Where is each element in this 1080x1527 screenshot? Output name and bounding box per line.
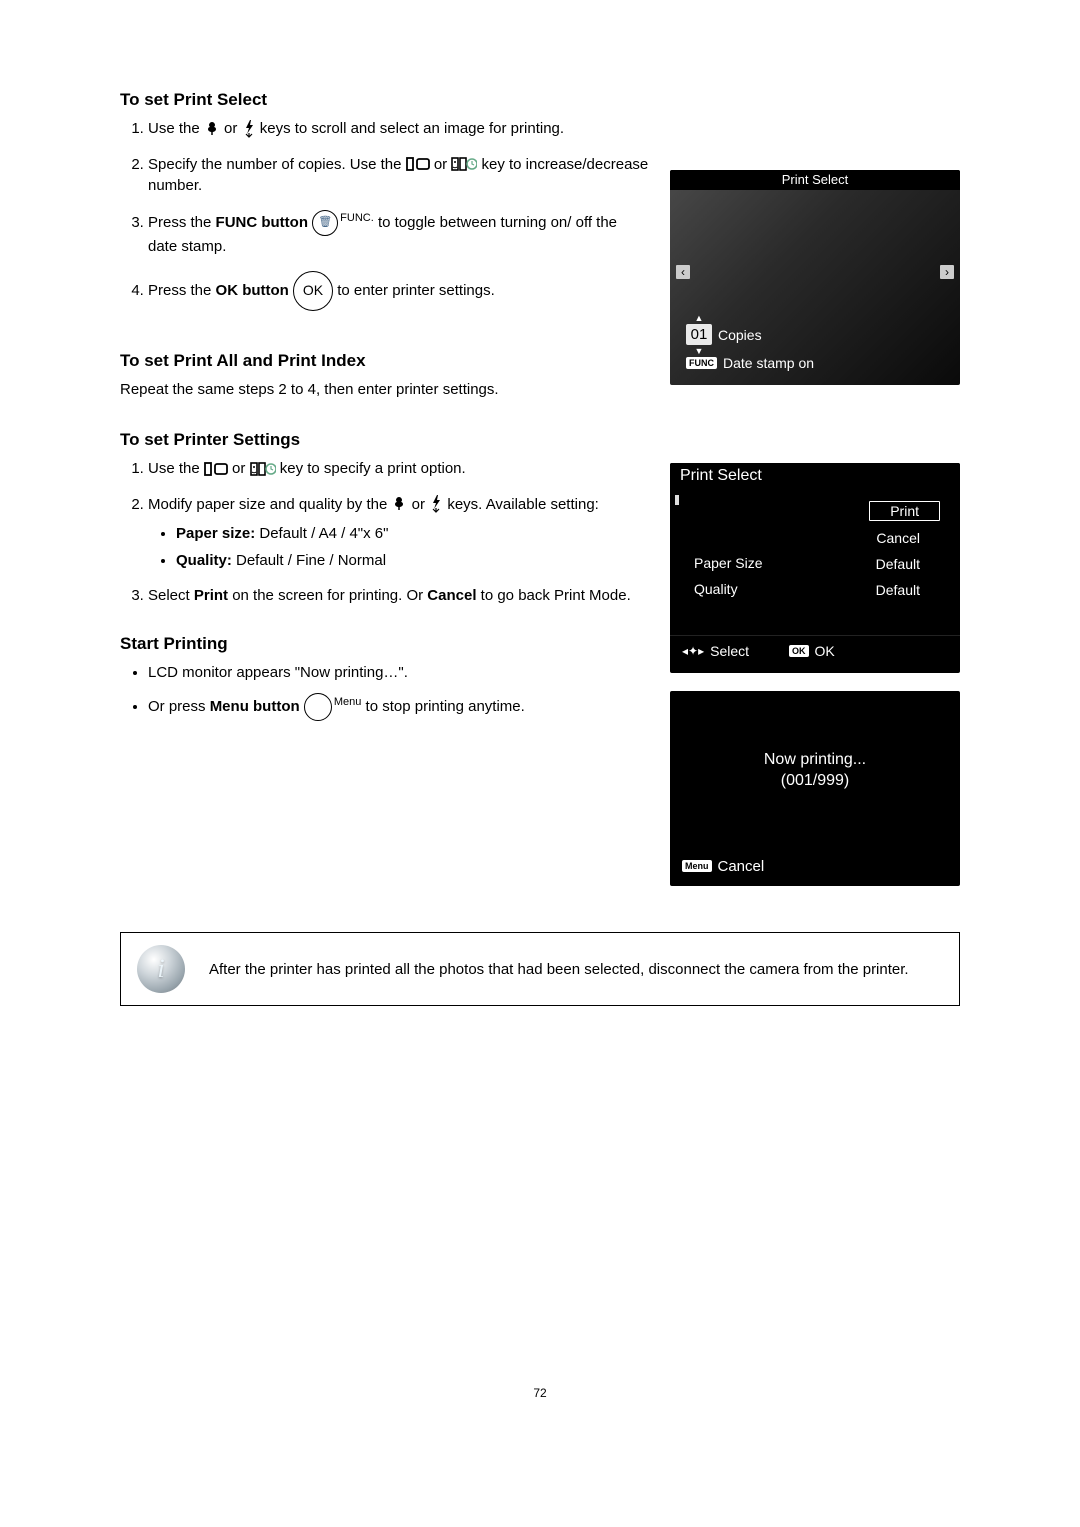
nav-left-icon: ‹ xyxy=(676,265,690,279)
step-4: Press the OK button OK to enter printer … xyxy=(148,271,650,311)
heading-start-printing: Start Printing xyxy=(120,634,650,654)
ps-step-3: Select Print on the screen for printing.… xyxy=(148,585,650,606)
lcd-print-select-preview: Print Select ‹ › ▲ 01 ▼ Copies FUNC Date… xyxy=(670,170,960,385)
scrollbar-indicator xyxy=(675,495,679,505)
copies-number: 01 xyxy=(691,326,708,343)
flash-down-icon xyxy=(429,494,443,515)
menu-value: Print xyxy=(869,501,940,521)
menu-row-print: Print xyxy=(680,497,950,525)
func-circle-icon: 🗑 xyxy=(312,210,338,236)
lcd1-title: Print Select xyxy=(670,170,960,190)
face-timer-icon xyxy=(451,154,477,175)
display-icon xyxy=(204,459,228,480)
menu-label: Menu xyxy=(334,695,362,710)
select-label: Select xyxy=(710,643,749,659)
text: to go back Print Mode. xyxy=(477,587,631,604)
text: Use the xyxy=(148,120,204,137)
text: Press the xyxy=(148,282,216,299)
text: key to specify a print option. xyxy=(280,460,466,477)
copies-value: ▲ 01 ▼ xyxy=(686,324,712,345)
paper-size-bullet: Paper size: Default / A4 / 4"x 6" xyxy=(176,523,650,544)
display-icon xyxy=(406,154,430,175)
ps-step-2: Modify paper size and quality by the or … xyxy=(148,494,650,572)
text: on the screen for printing. Or xyxy=(228,587,427,604)
menu-circle-icon xyxy=(304,693,332,721)
note-text: After the printer has printed all the ph… xyxy=(209,959,909,980)
macro-icon xyxy=(391,494,407,515)
menu-label: Paper Size xyxy=(694,555,762,573)
text: Default / Fine / Normal xyxy=(232,552,386,569)
text: or xyxy=(412,496,430,513)
text: Select xyxy=(148,587,194,604)
func-button-label: FUNC button xyxy=(216,214,308,231)
lcd-now-printing: Now printing... (001/999) Menu Cancel xyxy=(670,691,960,886)
chevron-up-icon: ▲ xyxy=(695,313,704,323)
info-icon: i xyxy=(137,945,185,993)
heading-printer-settings: To set Printer Settings xyxy=(120,430,650,450)
menu-value: Cancel xyxy=(856,529,940,547)
text: to enter printer settings. xyxy=(337,282,495,299)
lcd-print-select-menu: Print Select Print Cancel Paper Size Def… xyxy=(670,463,960,673)
cancel-bold: Cancel xyxy=(427,587,476,604)
text: Or press xyxy=(148,698,210,715)
macro-icon xyxy=(204,119,220,140)
step-2: Specify the number of copies. Use the or… xyxy=(148,154,650,197)
print-bold: Print xyxy=(194,587,228,604)
menu-value: Default xyxy=(856,581,940,599)
ok-button-icon: OK xyxy=(293,271,333,311)
paper-size-label: Paper size: xyxy=(176,525,255,542)
text: Use the xyxy=(148,460,204,477)
face-timer-icon xyxy=(250,459,276,480)
menu-button-label: Menu button xyxy=(210,698,300,715)
text: Specify the number of copies. Use the xyxy=(148,156,406,173)
copies-label: Copies xyxy=(718,327,762,343)
menu-button-icon: Menu xyxy=(304,693,362,721)
menu-label: Quality xyxy=(694,581,738,599)
func-button-icon: 🗑FUNC. xyxy=(312,210,374,236)
heading-print-all-index: To set Print All and Print Index xyxy=(120,351,650,371)
flash-down-icon xyxy=(242,119,256,140)
printing-progress: (001/999) xyxy=(781,771,850,792)
menu-row-quality: Quality Default xyxy=(680,577,950,603)
heading-print-select: To set Print Select xyxy=(120,90,650,110)
text: Default / A4 / 4"x 6" xyxy=(255,525,388,542)
step-3: Press the FUNC button 🗑FUNC. to toggle b… xyxy=(148,210,650,257)
ok-label: OK xyxy=(815,643,835,659)
menu-row-cancel: Cancel xyxy=(680,525,950,551)
sp-bullet-1: LCD monitor appears "Now printing…". xyxy=(148,662,650,683)
page-number: 72 xyxy=(120,1386,960,1400)
func-badge: FUNC xyxy=(686,357,717,369)
text: or xyxy=(232,460,250,477)
cancel-label: Cancel xyxy=(718,858,765,875)
now-printing-text: Now printing... xyxy=(764,750,866,771)
menu-badge: Menu xyxy=(682,860,712,872)
quality-label: Quality: xyxy=(176,552,232,569)
nav-arrows-icon: ◂✦▸ xyxy=(682,644,704,658)
step-1: Use the or keys to scroll and select an … xyxy=(148,118,650,140)
text: or xyxy=(224,120,242,137)
date-stamp-text: Date stamp on xyxy=(723,355,814,371)
text: Press the xyxy=(148,214,216,231)
sp-bullet-2: Or press Menu button Menu to stop printi… xyxy=(148,693,650,721)
ok-button-label: OK button xyxy=(216,282,289,299)
menu-value: Default xyxy=(856,555,940,573)
ps-step-1: Use the or key to specify a print option… xyxy=(148,458,650,480)
text: or xyxy=(434,156,452,173)
ok-badge: OK xyxy=(789,645,809,657)
text: keys to scroll and select an image for p… xyxy=(260,120,564,137)
note-box: i After the printer has printed all the … xyxy=(120,932,960,1006)
text: keys. Available setting: xyxy=(447,496,598,513)
lcd2-title: Print Select xyxy=(670,463,960,489)
func-label: FUNC. xyxy=(340,211,374,226)
quality-bullet: Quality: Default / Fine / Normal xyxy=(176,550,650,571)
text: Modify paper size and quality by the xyxy=(148,496,391,513)
text: Repeat the same steps 2 to 4, then enter… xyxy=(120,379,650,400)
text: to stop printing anytime. xyxy=(366,698,525,715)
nav-right-icon: › xyxy=(940,265,954,279)
menu-row-paper-size: Paper Size Default xyxy=(680,551,950,577)
